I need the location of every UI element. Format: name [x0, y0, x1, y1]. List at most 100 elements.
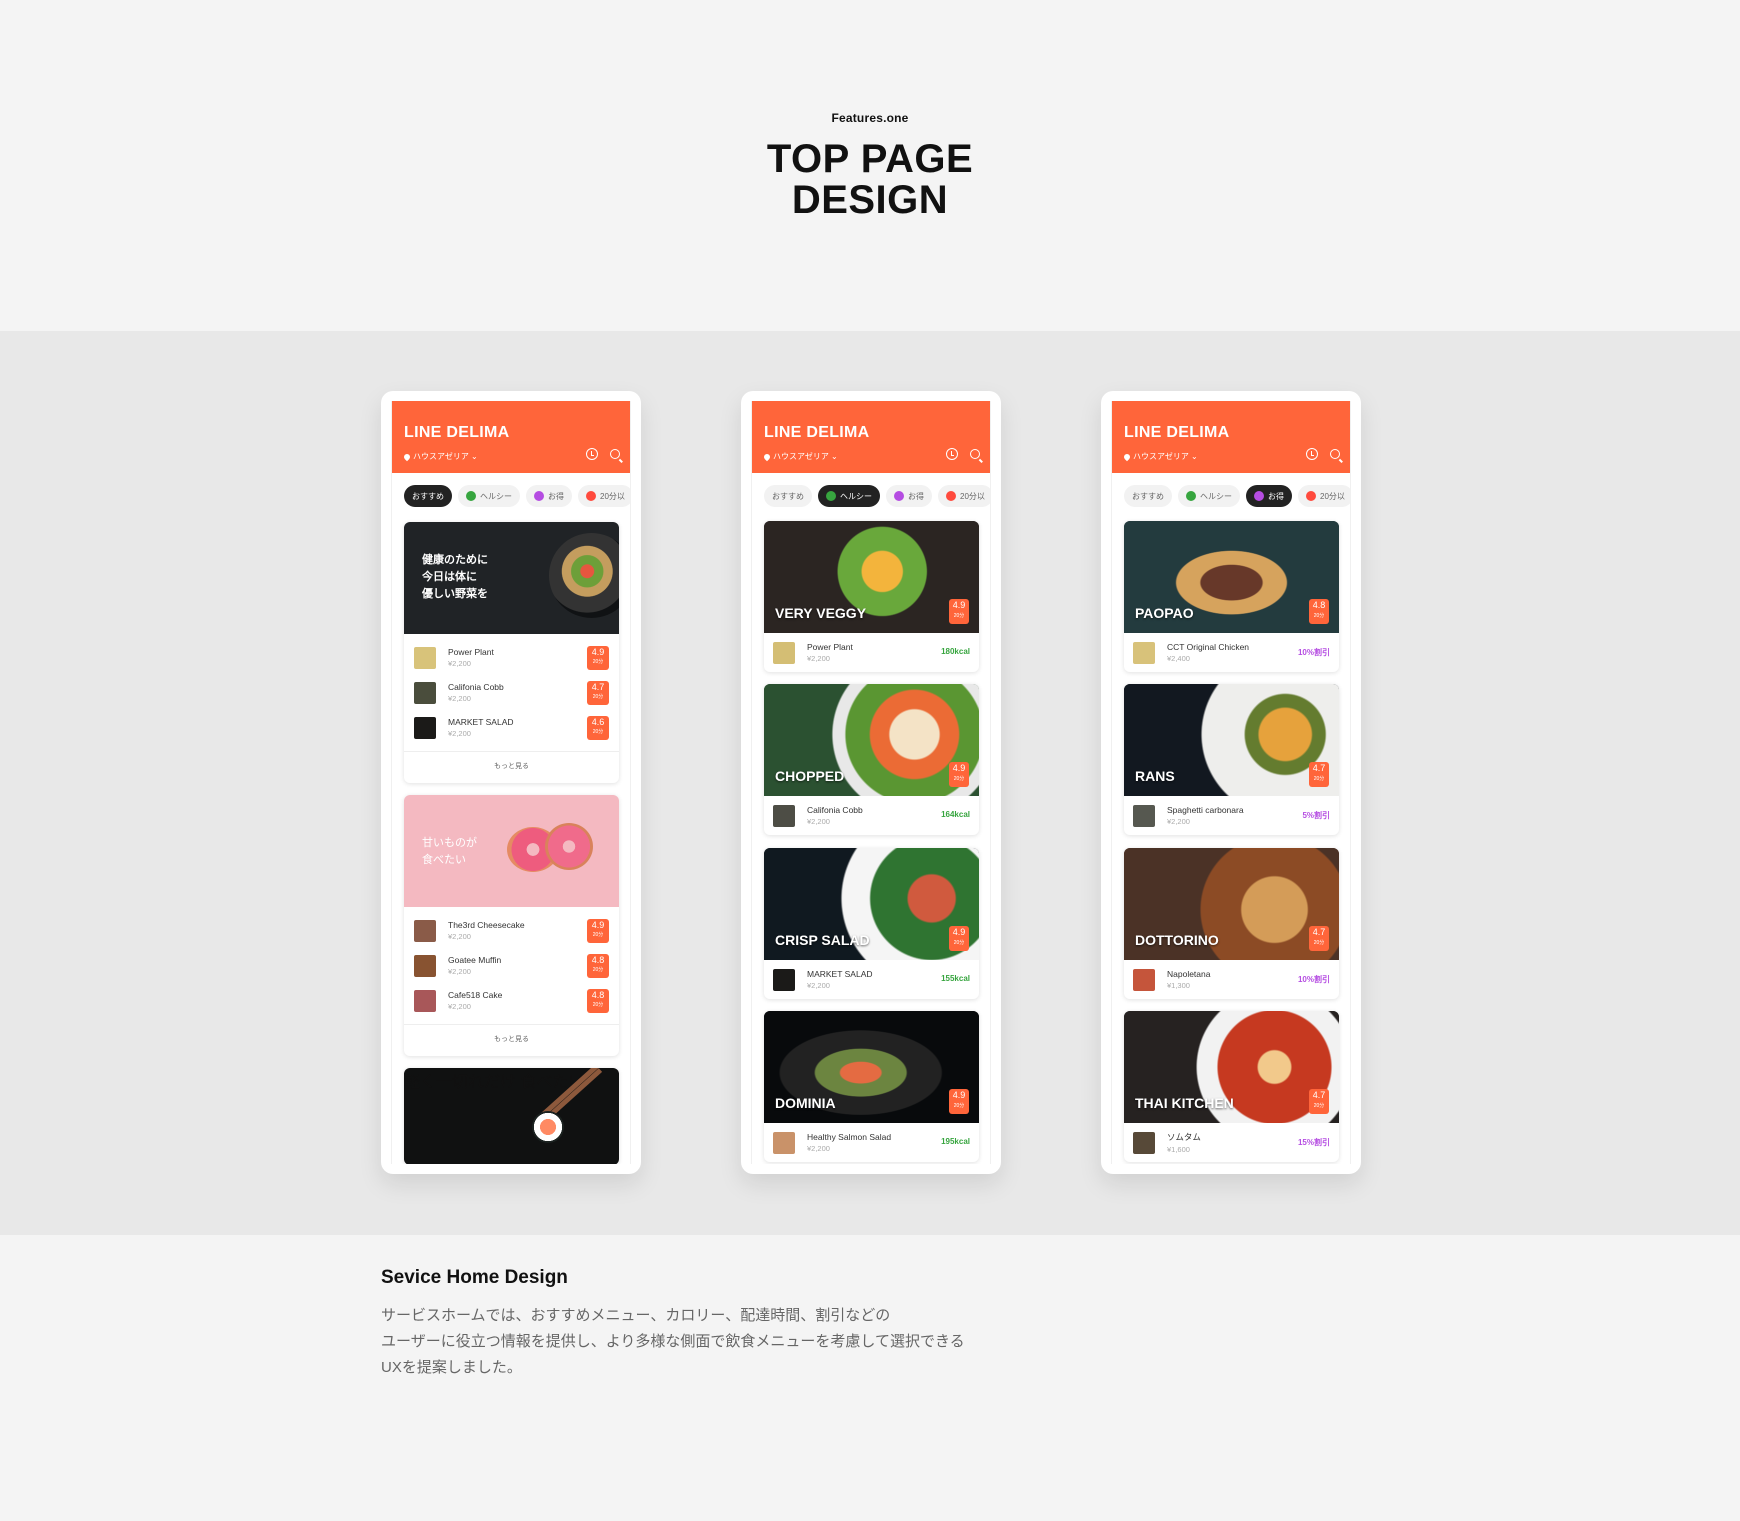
screens-showcase: LINE DELIMA ハウスアゼリア ⌄ おすすめ ヘルシー お得 20分以 … — [0, 331, 1740, 1235]
menu-thumbnail — [773, 641, 795, 664]
recommend-card-sweets: 甘いものが 食べたい The3rd Cheesecake ¥2,200 4.9 20分… — [404, 795, 619, 1056]
restaurant-image: CHOPPED 4.9 20分 — [764, 684, 979, 796]
rating-badge: 4.8 20分 — [587, 954, 609, 978]
rating-badge: 4.9 20分 — [587, 646, 609, 670]
rating-badge: 4.7 20分 — [1309, 762, 1329, 787]
tab-recommended[interactable]: おすすめ — [764, 485, 812, 507]
sushi-image — [532, 1111, 564, 1143]
app-screen: LINE DELIMA ハウスアゼリア ⌄ おすすめ ヘルシー お得 20分以 … — [391, 401, 631, 1164]
feature-heading: 甘いものが 食べたい — [422, 837, 477, 866]
rating-badge: 4.8 20分 — [1309, 599, 1329, 624]
rating-badge: 4.7 20分 — [587, 681, 609, 705]
delivery-location[interactable]: ハウスアゼリア ⌄ — [762, 451, 838, 462]
discount-icon — [1254, 491, 1264, 501]
clock-icon — [1306, 491, 1316, 501]
feature-banner-sweets[interactable]: 甘いものが 食べたい — [404, 795, 619, 907]
rating-badge: 4.9 20分 — [949, 762, 969, 787]
search-icon[interactable] — [1330, 449, 1340, 459]
app-header: LINE DELIMA ハウスアゼリア ⌄ — [1112, 401, 1350, 473]
calorie-label: 155kcal — [941, 974, 970, 983]
tab-deals[interactable]: お得 — [1246, 485, 1292, 507]
menu-item[interactable]: Califonia Cobb ¥2,200 4.7 20分 — [414, 675, 609, 710]
location-label: ハウスアゼリア ⌄ — [413, 452, 478, 461]
menu-thumbnail — [414, 716, 436, 739]
menu-thumbnail — [414, 989, 436, 1012]
salad-icon — [826, 491, 836, 501]
phone-mockup-recommended: LINE DELIMA ハウスアゼリア ⌄ おすすめ ヘルシー お得 20分以 … — [381, 391, 641, 1174]
feature-banner-vegetables[interactable]: 健康のために 今日は体に 優しい野菜を — [404, 522, 619, 634]
brand-name: LINE DELIMA — [764, 424, 870, 441]
tab-healthy[interactable]: ヘルシー — [458, 485, 520, 507]
discount-icon — [894, 491, 904, 501]
search-icon[interactable] — [610, 449, 620, 459]
location-label: ハウスアゼリア ⌄ — [1133, 452, 1198, 461]
salad-icon — [466, 491, 476, 501]
tab-deals[interactable]: お得 — [886, 485, 932, 507]
search-icon[interactable] — [970, 449, 980, 459]
delivery-location[interactable]: ハウスアゼリア ⌄ — [1122, 451, 1198, 462]
calorie-label: 180kcal — [941, 647, 970, 656]
tab-fast[interactable]: 20分以 — [1298, 485, 1350, 507]
history-icon[interactable] — [946, 448, 958, 460]
menu-item[interactable]: Cafe518 Cake ¥2,200 4.8 20分 — [414, 983, 609, 1018]
category-tabs: おすすめ ヘルシー お得 20分以 — [392, 473, 630, 507]
calorie-label: 195kcal — [941, 1137, 970, 1146]
intro-eyebrow: Features.one — [831, 111, 909, 125]
category-tabs: おすすめ ヘルシー お得 20分以 — [1112, 473, 1350, 507]
delivery-location[interactable]: ハウスアゼリア ⌄ — [402, 451, 478, 462]
restaurant-image: DOMINIA 4.9 20分 — [764, 1011, 979, 1123]
menu-item[interactable]: The3rd Cheesecake ¥2,200 4.9 20分 — [414, 913, 609, 948]
restaurant-image: VERY VEGGY 4.9 20分 — [764, 521, 979, 633]
menu-thumbnail — [1133, 1131, 1155, 1154]
restaurant-image: RANS 4.7 20分 — [1124, 684, 1339, 796]
calorie-label: 164kcal — [941, 810, 970, 819]
rating-badge: 4.7 20分 — [1309, 926, 1329, 951]
menu-item[interactable]: Goatee Muffin ¥2,200 4.8 20分 — [414, 948, 609, 983]
tab-fast[interactable]: 20分以 — [578, 485, 630, 507]
restaurant-card[interactable]: DOMINIA 4.9 20分 Healthy Salmon Salad ¥2,200 1… — [764, 1011, 979, 1162]
location-label: ハウスアゼリア ⌄ — [773, 452, 838, 461]
intro-title: TOP PAGE DESIGN — [766, 137, 974, 222]
see-more-link[interactable]: もっと見る — [404, 751, 619, 783]
see-more-link[interactable]: もっと見る — [404, 1024, 619, 1056]
app-screen: LINE DELIMA ハウスアゼリア ⌄ おすすめ ヘルシー お得 20分以 … — [1111, 401, 1351, 1164]
location-pin-icon — [1122, 452, 1132, 461]
discount-label: 10%割引 — [1297, 648, 1330, 657]
restaurant-image: CRISP SALAD 4.9 20分 — [764, 848, 979, 960]
donut-image — [545, 823, 593, 870]
recommend-card-light-meal[interactable]: 軽く一切れだけ 食べたい — [404, 1068, 619, 1164]
restaurant-card[interactable]: PAOPAO 4.8 20分 CCT Original Chicken ¥2,400 10… — [1124, 521, 1339, 672]
tab-recommended[interactable]: おすすめ — [404, 485, 452, 507]
restaurant-card[interactable]: VERY VEGGY 4.9 20分 Power Plant ¥2,200 180kcal — [764, 521, 979, 672]
restaurant-card[interactable]: CRISP SALAD 4.9 20分 MARKET SALAD ¥2,200 155kc… — [764, 848, 979, 999]
brand-name: LINE DELIMA — [404, 424, 510, 441]
history-icon[interactable] — [586, 448, 598, 460]
salad-icon — [1186, 491, 1196, 501]
feature-heading: 健康のために 今日は体に 優しい野菜を — [422, 554, 488, 600]
restaurant-card[interactable]: DOTTORINO 4.7 20分 Napoletana ¥1,300 10%割引 — [1124, 848, 1339, 999]
menu-item[interactable]: MARKET SALAD ¥2,200 4.6 20分 — [414, 710, 609, 745]
menu-item[interactable]: Power Plant ¥2,200 4.9 20分 — [414, 640, 609, 675]
location-pin-icon — [762, 452, 772, 461]
discount-label: 15%割引 — [1297, 1138, 1330, 1147]
tab-healthy[interactable]: ヘルシー — [1178, 485, 1240, 507]
restaurant-card[interactable]: RANS 4.7 20分 Spaghetti carbonara ¥2,200 5%割引 — [1124, 684, 1339, 835]
tab-fast[interactable]: 20分以 — [938, 485, 990, 507]
rating-badge: 4.9 20分 — [949, 926, 969, 951]
restaurant-card[interactable]: CHOPPED 4.9 20分 Califonia Cobb ¥2,200 164kcal — [764, 684, 979, 835]
tab-healthy[interactable]: ヘルシー — [818, 485, 880, 507]
tab-deals[interactable]: お得 — [526, 485, 572, 507]
intro-section: Features.one TOP PAGE DESIGN — [0, 0, 1740, 331]
menu-thumbnail — [773, 804, 795, 827]
rating-badge: 4.9 20分 — [949, 1089, 969, 1114]
menu-thumbnail — [414, 646, 436, 669]
rating-badge: 4.9 20分 — [949, 599, 969, 624]
rating-badge: 4.9 20分 — [587, 919, 609, 943]
phone-mockup-deals: LINE DELIMA ハウスアゼリア ⌄ おすすめ ヘルシー お得 20分以 … — [1101, 391, 1361, 1174]
description-section: Sevice Home Design サービスホームでは、おすすめメニュー、カロ… — [381, 1265, 1101, 1381]
clock-icon — [946, 491, 956, 501]
discount-label: 10%割引 — [1297, 975, 1330, 984]
tab-recommended[interactable]: おすすめ — [1124, 485, 1172, 507]
history-icon[interactable] — [1306, 448, 1318, 460]
restaurant-card[interactable]: THAI KITCHEN 4.7 20分 ソムタム ¥1,600 15%割引 — [1124, 1011, 1339, 1162]
